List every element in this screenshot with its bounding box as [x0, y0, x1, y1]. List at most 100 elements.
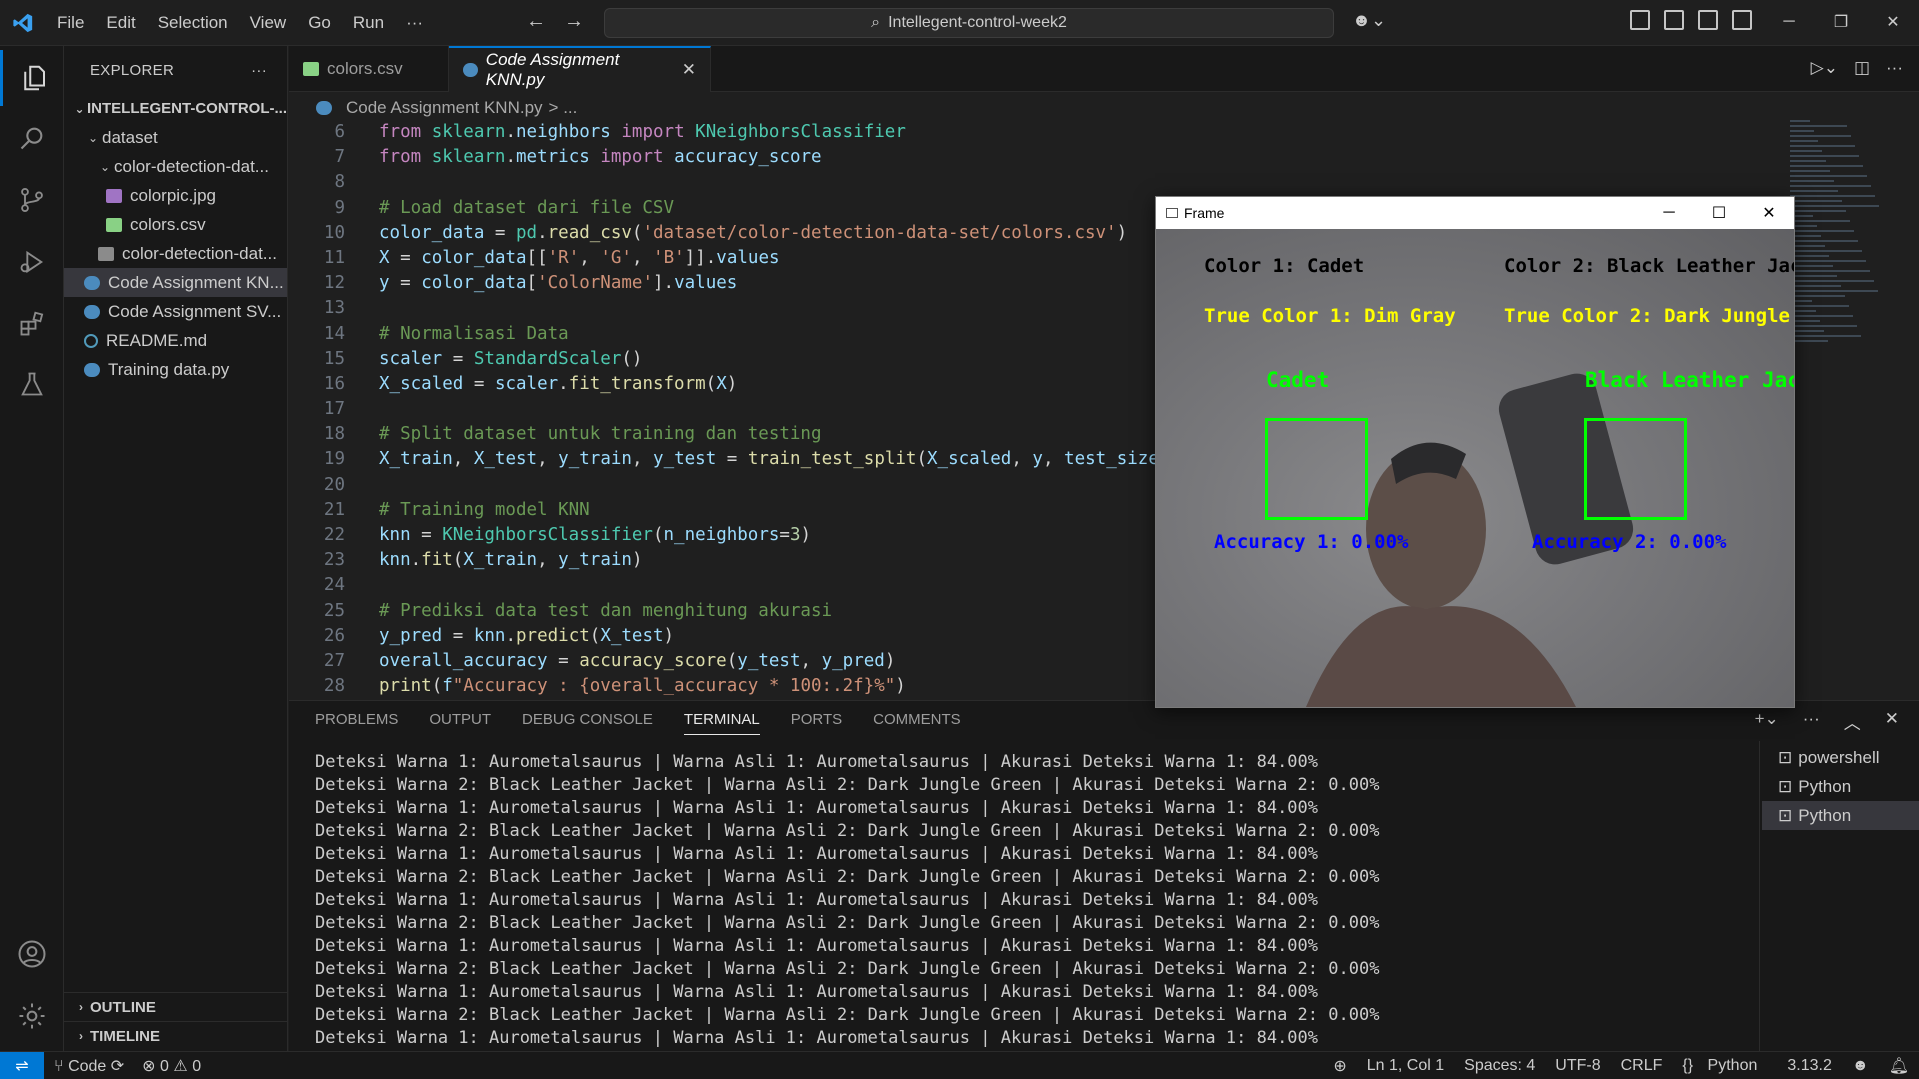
menu-selection[interactable]: Selection [147, 13, 239, 33]
terminal-item-python[interactable]: ⊡ Python [1762, 772, 1919, 801]
indentation[interactable]: Spaces: 4 [1454, 1057, 1545, 1075]
tab-code-assignment-knn[interactable]: Code Assignment KNN.py ✕ [449, 46, 711, 92]
code-line[interactable]: 6 from sklearn.neighbors import KNeighbor… [289, 120, 1789, 145]
menu-run[interactable]: Run [342, 13, 395, 33]
close-icon[interactable]: ✕ [1867, 0, 1919, 44]
forward-arrow-icon[interactable]: → [564, 10, 584, 33]
menu-view[interactable]: View [239, 13, 298, 33]
account-icon[interactable] [0, 926, 64, 982]
tree-item-readme[interactable]: README.md [64, 326, 287, 355]
copilot-icon[interactable]: ☻⌄ [1352, 10, 1386, 31]
line-number: 13 [323, 298, 345, 319]
line-number: 23 [323, 550, 345, 571]
explorer-icon[interactable] [0, 50, 64, 106]
toggle-secondary-sidebar-icon[interactable] [1732, 10, 1752, 30]
terminal-line: Deteksi Warna 2: Black Leather Jacket | … [315, 821, 1380, 841]
more-actions-icon[interactable]: ··· [1803, 709, 1820, 734]
problems-indicator[interactable]: ⊗ 0 ⚠ 0 [134, 1056, 209, 1076]
frame-minimize-icon[interactable]: ─ [1644, 197, 1694, 229]
zoom-icon[interactable]: ⊕ [1323, 1056, 1356, 1076]
code-line[interactable]: 7 from sklearn.metrics import accuracy_sc… [289, 145, 1789, 170]
status-bar-right: ⊕ Ln 1, Col 1 Spaces: 4 UTF-8 CRLF {} Py… [1323, 1052, 1919, 1079]
minimap-line [1790, 170, 1830, 172]
tab-ports[interactable]: PORTS [791, 711, 842, 728]
minimap-line [1790, 305, 1849, 307]
minimap-line [1790, 245, 1825, 247]
opencv-frame-window[interactable]: Frame ─ ☐ ✕ Color 1: Cadet Color 2: Blac… [1155, 196, 1795, 708]
more-actions-icon[interactable]: ··· [251, 62, 267, 79]
code-line[interactable]: 8 [289, 170, 1789, 195]
tab-output[interactable]: OUTPUT [429, 711, 491, 728]
copilot-status-icon[interactable]: ☻ [1842, 1057, 1879, 1075]
python-version[interactable]: 3.13.2 [1777, 1057, 1841, 1075]
search-icon[interactable] [0, 110, 64, 166]
source-control-icon[interactable] [0, 172, 64, 228]
tree-item-colorpic[interactable]: colorpic.jpg [64, 181, 287, 210]
tree-item-code-assignment-svm[interactable]: Code Assignment SV... [64, 297, 287, 326]
menu-go[interactable]: Go [297, 13, 342, 33]
tree-item-colors-csv[interactable]: colors.csv [64, 210, 287, 239]
tree-item-color-detection-folder[interactable]: ⌄ color-detection-dat... [64, 152, 287, 181]
tab-problems[interactable]: PROBLEMS [315, 711, 398, 728]
back-arrow-icon[interactable]: ← [526, 10, 546, 33]
breadcrumb-file[interactable]: Code Assignment KNN.py [346, 98, 543, 118]
code-text: knn = KNeighborsClassifier(n_neighbors=3… [379, 525, 812, 545]
minimap-line [1790, 340, 1828, 342]
tab-comments[interactable]: COMMENTS [873, 711, 961, 728]
toggle-panel-icon[interactable] [1698, 10, 1718, 30]
testing-icon[interactable] [0, 356, 64, 412]
close-panel-icon[interactable]: ✕ [1885, 709, 1899, 734]
frame-close-icon[interactable]: ✕ [1744, 197, 1794, 229]
minimap[interactable] [1790, 120, 1910, 380]
timeline-section[interactable]: › TIMELINE [64, 1021, 288, 1050]
new-terminal-icon[interactable]: +⌄ [1755, 709, 1779, 734]
run-debug-icon[interactable] [0, 234, 64, 290]
outline-section[interactable]: › OUTLINE [64, 992, 288, 1021]
menu-file[interactable]: File [46, 13, 95, 33]
terminal-line: Deteksi Warna 2: Black Leather Jacket | … [315, 867, 1380, 887]
workspace-root-folder[interactable]: ⌄ INTELLEGENT-CONTROL-... [64, 94, 287, 123]
tree-item-code-assignment-knn[interactable]: Code Assignment KN... [64, 268, 287, 297]
terminal-output[interactable]: Deteksi Warna 1: Aurometalsaurus | Warna… [315, 751, 1715, 1050]
end-of-line[interactable]: CRLF [1611, 1057, 1673, 1075]
extensions-icon[interactable] [0, 296, 64, 352]
frame-maximize-icon[interactable]: ☐ [1694, 197, 1744, 229]
close-tab-icon[interactable]: ✕ [682, 60, 696, 80]
remote-indicator-icon[interactable]: ⇌ [0, 1051, 44, 1079]
minimap-line [1790, 220, 1850, 222]
run-python-file-icon[interactable]: ▷⌄ [1811, 58, 1838, 78]
command-center-search[interactable]: ⌕ Intellegent-control-week2 [604, 8, 1334, 38]
terminal-line: Deteksi Warna 1: Aurometalsaurus | Warna… [315, 844, 1319, 864]
terminal-item-powershell[interactable]: ⊡ powershell [1762, 743, 1919, 772]
menu-edit[interactable]: Edit [95, 13, 146, 33]
tab-debug-console[interactable]: DEBUG CONSOLE [522, 711, 653, 728]
minimize-icon[interactable]: ─ [1763, 0, 1815, 44]
code-text: y = color_data['ColorName'].values [379, 273, 738, 294]
tree-item-color-detection-file[interactable]: color-detection-dat... [64, 239, 287, 268]
tree-item-dataset[interactable]: ⌄ dataset [64, 123, 287, 152]
breadcrumb-rest[interactable]: > ... [549, 98, 578, 118]
terminal-item-python-active[interactable]: ⊡ Python [1762, 801, 1919, 830]
split-editor-icon[interactable]: ◫ [1854, 58, 1870, 78]
minimap-line [1790, 195, 1875, 197]
tree-item-training-data[interactable]: Training data.py [64, 355, 287, 384]
customize-layout-icon[interactable] [1630, 10, 1650, 30]
code-text: # Normalisasi Data [379, 323, 569, 344]
notifications-bell-icon[interactable]: 🔔︎ [1879, 1056, 1919, 1076]
restore-icon[interactable]: ❐ [1815, 0, 1867, 44]
menu-more[interactable]: ··· [395, 13, 434, 33]
tab-terminal[interactable]: TERMINAL [683, 711, 760, 735]
more-actions-icon[interactable]: ··· [1886, 58, 1903, 78]
terminal-line: Deteksi Warna 1: Aurometalsaurus | Warna… [315, 982, 1319, 1002]
frame-title-bar[interactable]: Frame ─ ☐ ✕ [1156, 197, 1794, 229]
encoding[interactable]: UTF-8 [1545, 1057, 1610, 1075]
toggle-sidebar-icon[interactable] [1664, 10, 1684, 30]
maximize-panel-icon[interactable]: ︿ [1844, 709, 1861, 734]
tab-colors-csv[interactable]: colors.csv [289, 46, 449, 92]
branch-indicator[interactable]: ⑂ Code ⟳ [44, 1056, 134, 1076]
cursor-position[interactable]: Ln 1, Col 1 [1357, 1057, 1454, 1075]
line-number: 15 [323, 348, 345, 369]
language-mode[interactable]: {} Python [1672, 1057, 1777, 1075]
terminal-item-label: Python [1798, 776, 1852, 796]
settings-gear-icon[interactable] [0, 988, 64, 1044]
